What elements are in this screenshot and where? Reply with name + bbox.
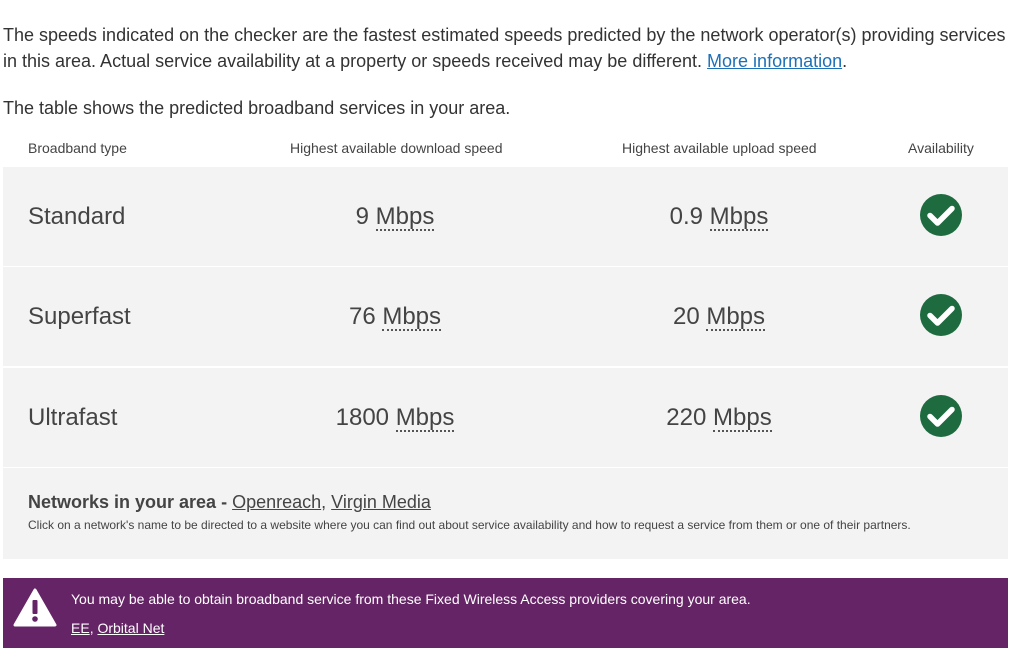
networks-note: Click on a network's name to be directed… bbox=[28, 518, 911, 532]
speed-unit[interactable]: Mbps bbox=[713, 406, 772, 432]
network-link-openreach[interactable]: Openreach bbox=[232, 492, 321, 512]
column-header-upload-speed: Highest available upload speed bbox=[622, 140, 817, 156]
table-intro: The table shows the predicted broadband … bbox=[3, 98, 511, 118]
broadband-checker-results: The speeds indicated on the checker are … bbox=[0, 0, 1024, 652]
speed-unit[interactable]: Mbps bbox=[395, 406, 455, 432]
table-row: Ultrafast 1800 Mbps 220 Mbps bbox=[3, 368, 1008, 467]
column-header-download-speed: Highest available download speed bbox=[290, 140, 503, 156]
broadband-type: Ultrafast bbox=[28, 404, 118, 431]
warning-triangle-icon bbox=[13, 588, 57, 627]
download-speed-value: 9 bbox=[355, 203, 369, 230]
table-row: Standard 9 Mbps 0.9 Mbps bbox=[3, 167, 1008, 266]
upload-speed: 0.9 Mbps bbox=[569, 167, 869, 266]
speed-unit[interactable]: Mbps bbox=[382, 305, 442, 331]
networks-heading: Networks in your area - Openreach, Virgi… bbox=[28, 492, 431, 512]
speed-unit[interactable]: Mbps bbox=[709, 205, 769, 231]
speed-disclaimer-text: The speeds indicated on the checker are … bbox=[3, 25, 1006, 71]
upload-speed-value: 0.9 bbox=[669, 203, 703, 230]
network-link-virgin-media[interactable]: Virgin Media bbox=[331, 492, 431, 512]
check-circle-icon bbox=[920, 194, 962, 236]
upload-speed: 220 Mbps bbox=[569, 368, 869, 467]
fixed-wireless-alert: You may be able to obtain broadband serv… bbox=[3, 578, 1008, 648]
disclaimer-period: . bbox=[842, 51, 848, 71]
check-circle-icon bbox=[920, 294, 962, 336]
download-speed-value: 1800 bbox=[335, 404, 390, 431]
speed-unit[interactable]: Mbps bbox=[706, 305, 766, 331]
speed-disclaimer: The speeds indicated on the checker are … bbox=[3, 22, 1015, 74]
broadband-type: Standard bbox=[28, 203, 126, 230]
alert-provider-links: EE, Orbital Net bbox=[71, 620, 165, 636]
column-header-availability: Availability bbox=[908, 140, 974, 156]
alert-message: You may be able to obtain broadband serv… bbox=[71, 591, 751, 607]
networks-panel: Networks in your area - Openreach, Virgi… bbox=[3, 468, 1008, 559]
download-speed: 1800 Mbps bbox=[245, 368, 545, 467]
download-speed-value: 76 bbox=[348, 303, 376, 330]
download-speed: 76 Mbps bbox=[245, 267, 545, 366]
networks-title: Networks in your area bbox=[28, 492, 217, 512]
table-row: Superfast 76 Mbps 20 Mbps bbox=[3, 267, 1008, 366]
provider-link-ee[interactable]: EE bbox=[71, 620, 90, 636]
broadband-type: Superfast bbox=[28, 303, 131, 330]
more-information-link[interactable]: More information bbox=[707, 51, 842, 71]
networks-separator: - bbox=[216, 492, 233, 512]
download-speed: 9 Mbps bbox=[245, 167, 545, 266]
upload-speed: 20 Mbps bbox=[569, 267, 869, 366]
check-circle-icon bbox=[920, 395, 962, 437]
provider-link-orbital-net[interactable]: Orbital Net bbox=[97, 620, 164, 636]
upload-speed-value: 220 bbox=[666, 404, 707, 431]
upload-speed-value: 20 bbox=[672, 303, 700, 330]
column-header-broadband-type: Broadband type bbox=[28, 140, 127, 156]
speed-unit[interactable]: Mbps bbox=[375, 205, 435, 231]
